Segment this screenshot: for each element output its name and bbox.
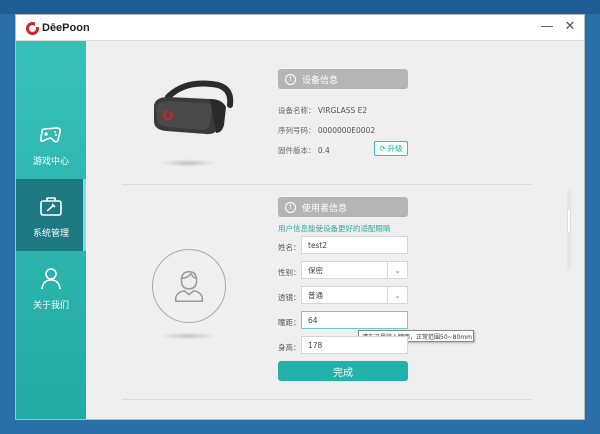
brand-name: DēePoon [42, 22, 90, 34]
section-divider [122, 399, 532, 400]
user-info-hint: 用户信息能使设备更好的适配眼睛 [278, 224, 391, 233]
scrollbar-thumb[interactable] [567, 209, 571, 233]
sidebar-item-game-center[interactable]: 游戏中心 [16, 107, 86, 179]
lens-select[interactable]: 普通 ⌄ [301, 286, 408, 304]
headset-shadow [160, 159, 216, 167]
gender-label: 性别： [278, 268, 301, 277]
avatar [152, 249, 226, 323]
sidebar: 游戏中心 系统管理 关于我们 [16, 41, 86, 419]
device-info-header: ! 设备信息 [278, 69, 408, 89]
refresh-icon: ⟳ [379, 144, 386, 153]
name-field[interactable]: test2 [301, 236, 408, 254]
section-divider [122, 184, 532, 185]
name-label: 姓名： [278, 243, 301, 252]
vr-headset-image [146, 75, 246, 145]
chevron-down-icon[interactable]: ⌄ [387, 287, 407, 303]
main-content: ! 设备信息 设备名称： VIRGLASS E2 序列号码： 0000000E0… [86, 41, 584, 419]
close-button[interactable]: ✕ [562, 19, 578, 35]
title-bar: DēePoon — ✕ [16, 15, 584, 41]
user-info-header: ! 使用者信息 [278, 197, 408, 217]
sidebar-item-label: 系统管理 [32, 228, 69, 239]
height-field[interactable]: 178 [301, 336, 408, 354]
sidebar-item-about-us[interactable]: 关于我们 [16, 251, 86, 323]
serial-number-row: 序列号码： 0000000E0002 [278, 126, 376, 135]
lens-label: 透镜： [278, 293, 301, 302]
person-icon [37, 264, 65, 292]
sidebar-item-label: 关于我们 [32, 300, 69, 311]
ipd-field[interactable]: 64 [301, 311, 408, 329]
info-icon: ! [285, 73, 296, 85]
sidebar-item-label: 游戏中心 [32, 156, 69, 167]
avatar-shadow [160, 332, 216, 340]
gender-select[interactable]: 保密 ⌄ [301, 261, 408, 279]
done-button[interactable]: 完成 [278, 361, 408, 381]
upgrade-button[interactable]: ⟳ 升级 [374, 141, 408, 156]
ipd-label: 瞳距： [278, 318, 301, 327]
app-logo: DēePoon [26, 21, 90, 35]
chevron-down-icon[interactable]: ⌄ [387, 262, 407, 278]
sidebar-item-system-management[interactable]: 系统管理 [16, 179, 86, 251]
height-label: 身高： [278, 343, 301, 352]
info-icon: ! [285, 201, 296, 213]
app-window: DēePoon — ✕ 游戏中心 系统管理 关于我们 ! 设备信息 设备名称： … [15, 14, 585, 420]
user-avatar-icon [174, 270, 204, 302]
desktop-background [0, 0, 600, 14]
toolbox-icon [37, 192, 65, 220]
minimize-button[interactable]: — [539, 19, 555, 35]
firmware-version-row: 固件版本： 0.4 [278, 146, 330, 155]
brand-logo-icon [26, 21, 40, 35]
device-name-row: 设备名称： VIRGLASS E2 [278, 106, 368, 115]
gamepad-icon [37, 120, 65, 148]
